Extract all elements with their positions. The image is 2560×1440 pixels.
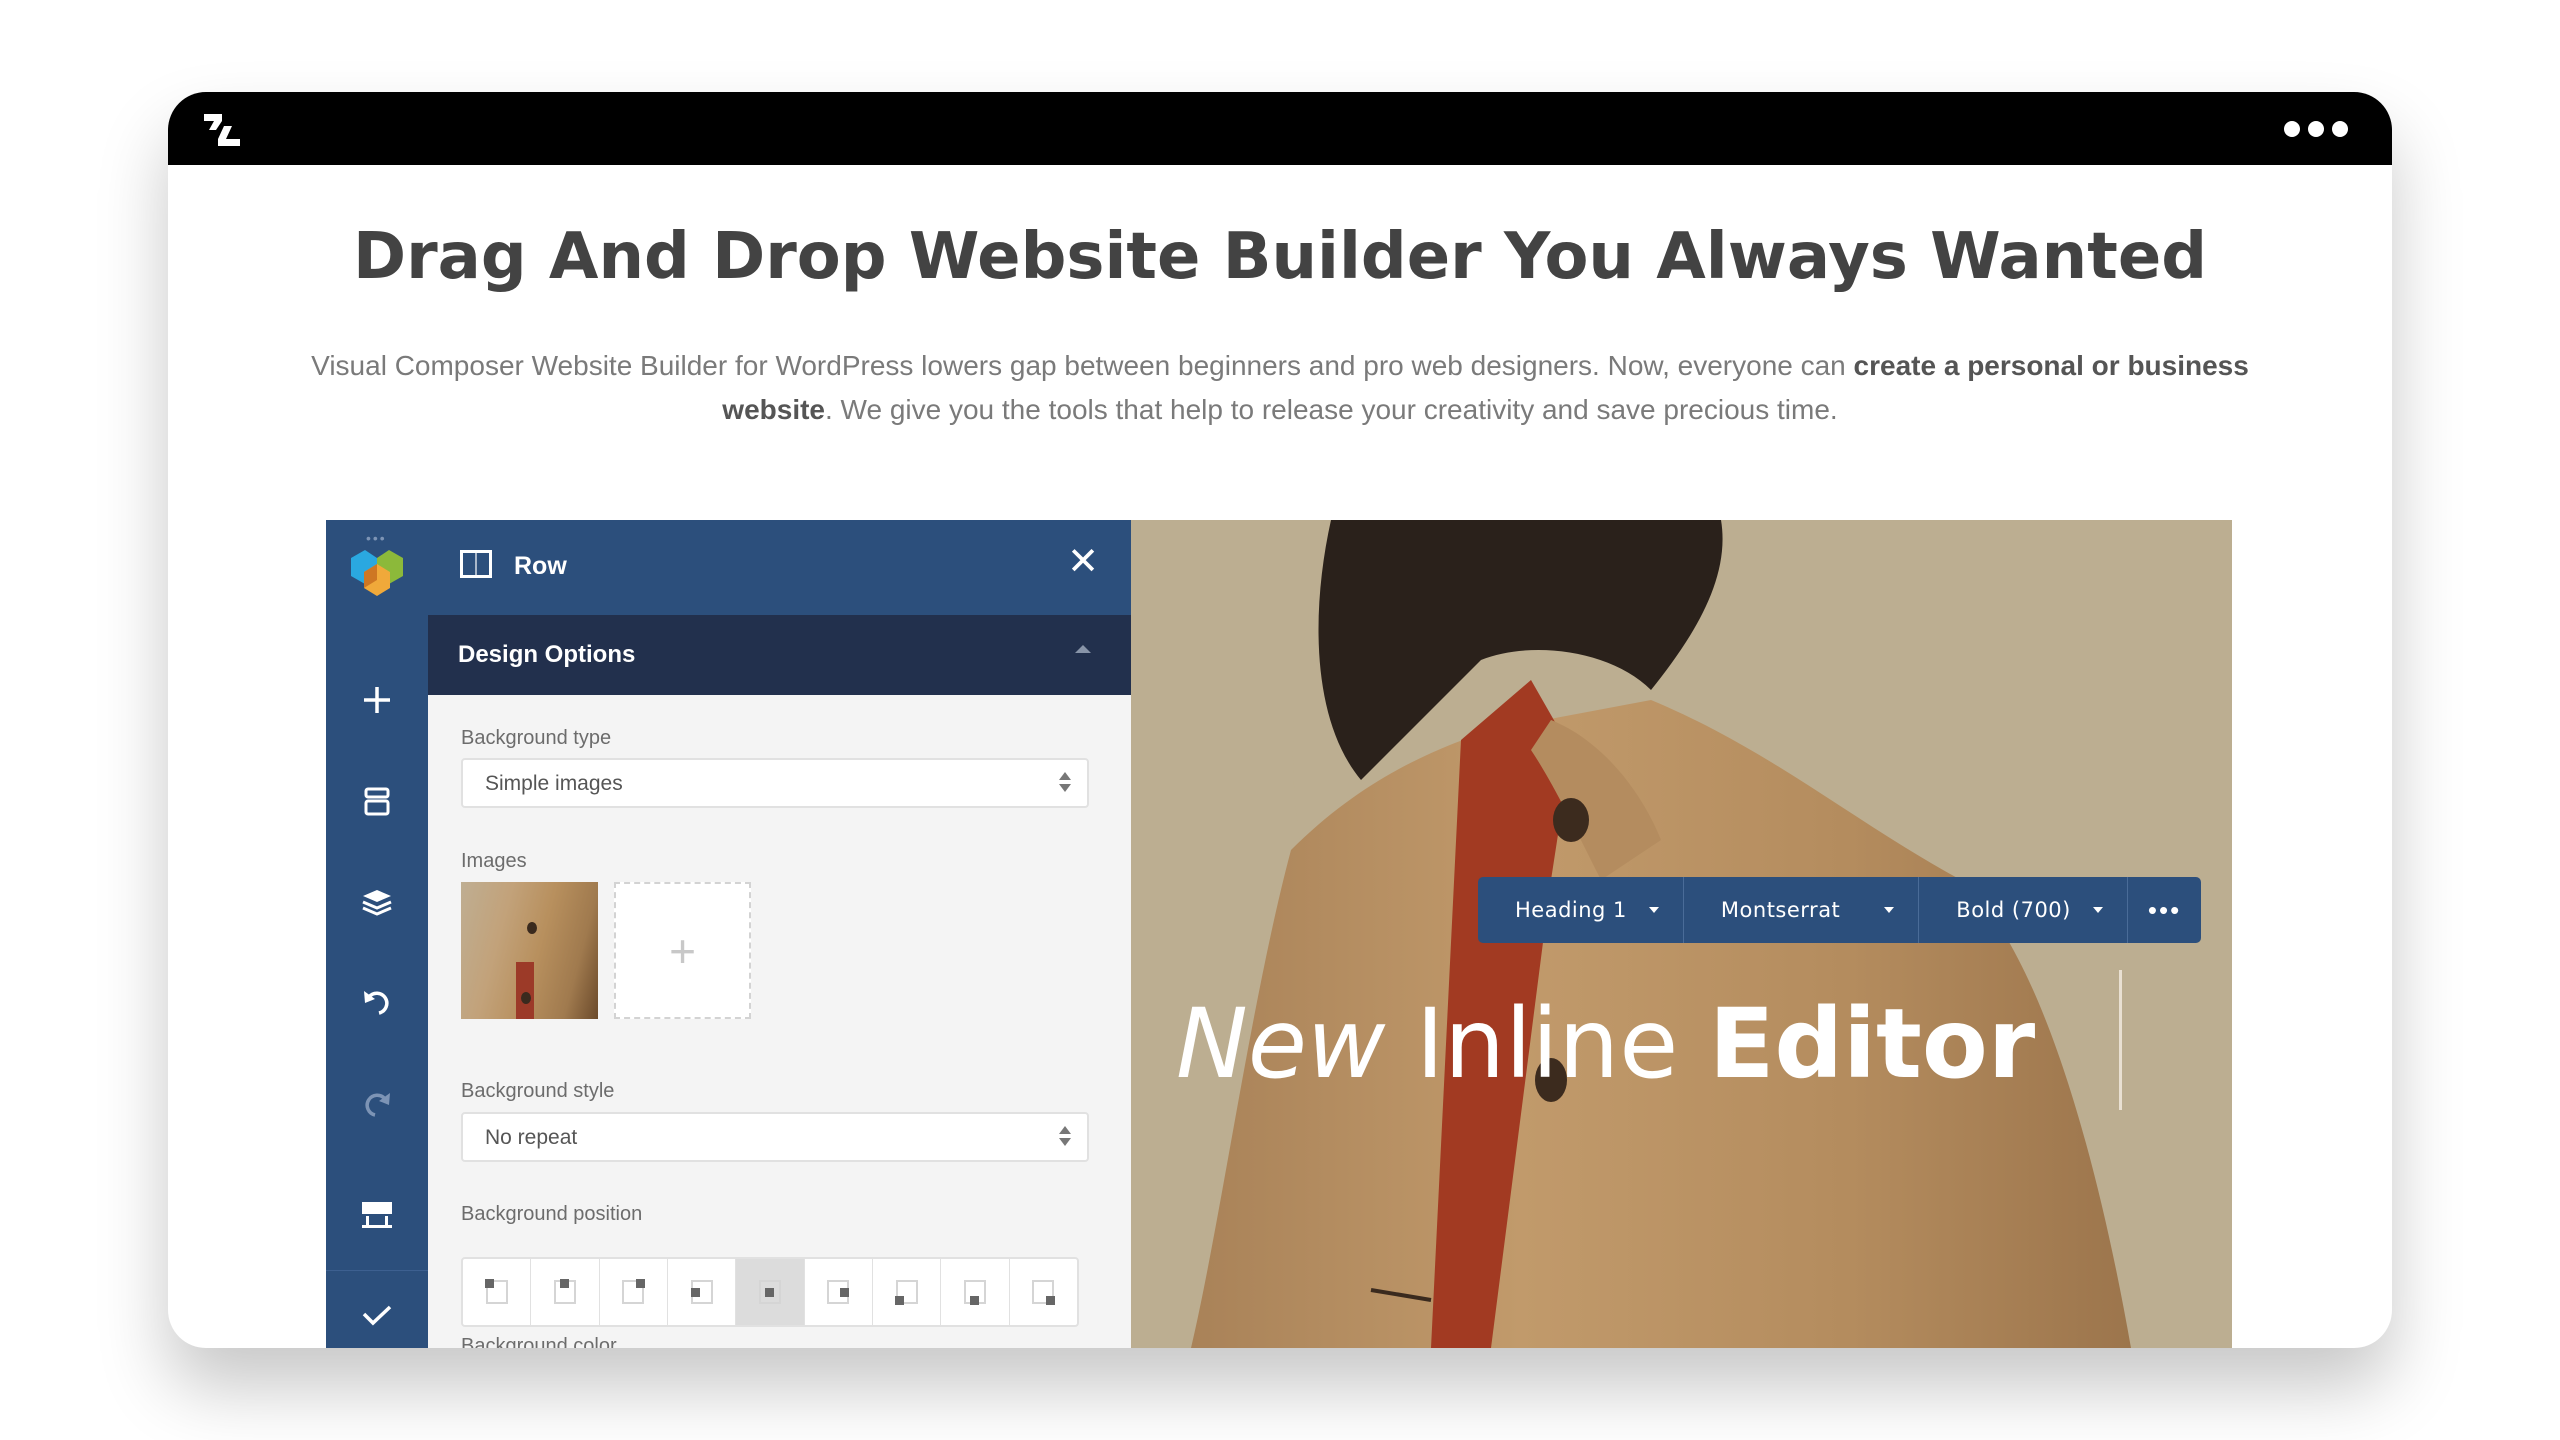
italic-text: New [1176, 988, 1386, 1100]
editor-sidebar: ••• [326, 520, 428, 1348]
more-options-icon[interactable]: ••• [2128, 877, 2201, 943]
sidebar-divider [326, 1270, 428, 1271]
element-type-dropdown[interactable]: Heading 1 [1478, 877, 1684, 943]
canvas-photo: Heading 1 Montserrat Bold (700) ••• New … [1131, 520, 2232, 1348]
dropdown-value: Montserrat [1720, 898, 1841, 922]
row-icon [460, 550, 492, 578]
image-thumbnail[interactable] [461, 882, 598, 1019]
undo-icon[interactable] [326, 978, 428, 1028]
bold-text: Editor [1708, 988, 2036, 1100]
background-style-select[interactable]: No repeat [461, 1112, 1089, 1162]
text-cursor [2119, 970, 2122, 1110]
add-element-icon[interactable] [326, 675, 428, 725]
panel-header: Row ✕ [428, 520, 1131, 615]
font-weight-dropdown[interactable]: Bold (700) [1919, 877, 2128, 943]
position-center-right[interactable] [805, 1259, 873, 1325]
inline-heading-text[interactable]: New Inline Editor [1176, 988, 2035, 1100]
window-topbar [168, 92, 2392, 165]
editor-preview: ••• Row ✕ Design Options Background type… [326, 520, 2232, 1348]
thumb-detail [516, 962, 534, 1019]
position-center-center[interactable] [736, 1259, 805, 1325]
background-type-label: Background type [461, 727, 612, 749]
select-value: No repeat [485, 1126, 578, 1149]
thumb-detail [527, 922, 537, 934]
background-type-select[interactable]: Simple images [461, 758, 1089, 808]
lead-text-end: . We give you the tools that help to rel… [825, 394, 1838, 425]
tree-view-layers-icon[interactable] [326, 877, 428, 927]
dot [2284, 121, 2300, 137]
select-arrows-icon [1059, 1124, 1071, 1150]
dropdown-value: Heading 1 [1515, 898, 1627, 922]
settings-icon[interactable] [326, 1190, 428, 1240]
caret-down-icon [1884, 907, 1895, 913]
inline-editor-toolbar: Heading 1 Montserrat Bold (700) ••• [1478, 877, 2202, 943]
background-color-label: Background color [461, 1335, 617, 1348]
light-text: Inline [1385, 988, 1709, 1100]
design-options-section-header[interactable]: Design Options [428, 615, 1131, 695]
position-top-center[interactable] [531, 1259, 600, 1325]
lead-text: Visual Composer Website Builder for Word… [311, 350, 1854, 381]
redo-icon[interactable] [326, 1080, 428, 1130]
font-family-dropdown[interactable]: Montserrat [1684, 877, 1920, 943]
vc-logo-icon[interactable] [326, 540, 428, 604]
dot [2308, 121, 2324, 137]
publish-check-icon[interactable] [326, 1290, 428, 1340]
add-image-button[interactable]: + [614, 882, 751, 1019]
browser-frame: Drag And Drop Website Builder You Always… [168, 92, 2392, 1348]
select-arrows-icon [1059, 770, 1071, 796]
position-top-right[interactable] [600, 1259, 668, 1325]
zl-logo-icon[interactable] [202, 112, 242, 148]
position-bottom-left[interactable] [873, 1259, 942, 1325]
background-style-label: Background style [461, 1080, 615, 1102]
position-top-left[interactable] [463, 1259, 532, 1325]
templates-icon[interactable] [326, 777, 428, 827]
dropdown-value: Bold (700) [1956, 898, 2071, 922]
thumb-detail [521, 992, 531, 1004]
background-position-picker [461, 1257, 1079, 1327]
edit-form-panel: Row ✕ Design Options Background type Sim… [428, 520, 1131, 1348]
background-position-label: Background position [461, 1203, 643, 1225]
position-bottom-center[interactable] [941, 1259, 1010, 1325]
caret-down-icon [1648, 907, 1659, 913]
more-dots-icon[interactable] [2284, 121, 2348, 137]
caret-up-icon[interactable] [1075, 645, 1091, 653]
close-icon[interactable]: ✕ [1067, 542, 1099, 582]
select-value: Simple images [485, 772, 623, 795]
hero-title: Drag And Drop Website Builder You Always… [352, 220, 2208, 294]
caret-down-icon [2092, 907, 2103, 913]
hero-lead: Visual Composer Website Builder for Word… [268, 344, 2292, 432]
images-label: Images [461, 850, 527, 872]
dot [2332, 121, 2348, 137]
section-title: Design Options [458, 641, 636, 668]
panel-title: Row [514, 552, 567, 580]
position-bottom-right[interactable] [1010, 1259, 1077, 1325]
position-center-left[interactable] [668, 1259, 737, 1325]
